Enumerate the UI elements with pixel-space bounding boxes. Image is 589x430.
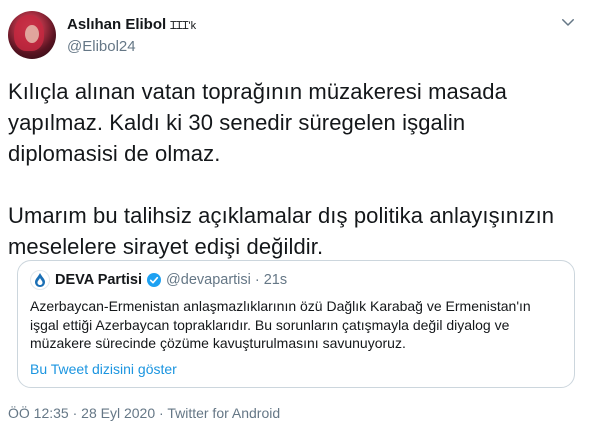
author-handle[interactable]: @Elibol24	[67, 37, 196, 56]
author-names: Aslıhan Elibol ꞮꞮꞮ'k @Elibol24	[67, 15, 196, 56]
tweet-text-line: meselelere sirayet edişi değildir.	[8, 234, 324, 259]
quoted-text-line: müzakere sürecinde çözüme kavuşturulması…	[30, 335, 406, 351]
tweet-text: Kılıçla alınan vatan toprağının müzakere…	[8, 76, 578, 262]
quoted-separator: ·	[254, 272, 260, 288]
author-display-name[interactable]: Aslıhan Elibol ꞮꞮꞮ'k	[67, 15, 196, 36]
quoted-display-name[interactable]: DEVA Partisi	[55, 272, 142, 288]
quoted-tweet-text: Azerbaycan-Ermenistan anlaşmazlıklarının…	[30, 297, 562, 353]
tweet-text-line: diplomasisi de olmaz.	[8, 141, 221, 166]
quoted-tweet[interactable]: DEVA Partisi @devapartisi · 21s Azerbayc…	[17, 260, 575, 388]
avatar-face-shape	[25, 25, 39, 43]
quoted-text-line: işgal ettiği Azerbaycan topraklarıdır. B…	[30, 316, 510, 333]
tweet-source[interactable]: Twitter for Android	[167, 405, 280, 421]
tweet-text-line: Kılıçla alınan vatan toprağının müzakere…	[8, 79, 507, 104]
quoted-handle[interactable]: @devapartisi	[166, 272, 251, 288]
show-thread-link[interactable]: Bu Tweet dizisini göster	[30, 360, 177, 378]
tweet-card: Aslıhan Elibol ꞮꞮꞮ'k @Elibol24 Kılıçla al…	[0, 0, 589, 430]
tweet-header: Aslıhan Elibol ꞮꞮꞮ'k @Elibol24	[8, 11, 581, 59]
tweet-time[interactable]: ÖÖ 12:35	[8, 405, 69, 421]
tweet-metadata: ÖÖ 12:35 · 28 Eyl 2020 · Twitter for And…	[8, 404, 280, 422]
meta-separator: ·	[68, 405, 82, 421]
verified-badge-icon	[147, 273, 162, 287]
quoted-timestamp[interactable]: 21s	[264, 272, 287, 288]
quoted-text-line: Azerbaycan-Ermenistan anlaşmazlıklarının…	[30, 298, 531, 314]
tweet-date[interactable]: 28 Eyl 2020	[81, 405, 155, 421]
chevron-down-icon[interactable]	[559, 13, 577, 31]
tweet-text-line: Umarım bu talihsiz açıklamalar dış polit…	[8, 203, 555, 228]
author-name-extra: ꞮꞮꞮ'k	[170, 20, 197, 32]
deva-logo-icon	[30, 270, 50, 290]
quoted-tweet-header: DEVA Partisi @devapartisi · 21s	[30, 270, 562, 290]
tweet-text-line: yapılmaz. Kaldı ki 30 senedir süregelen …	[8, 110, 466, 135]
meta-separator: ·	[155, 405, 168, 421]
author-display-name-text[interactable]: Aslıhan Elibol	[67, 16, 166, 33]
avatar[interactable]	[8, 11, 56, 59]
